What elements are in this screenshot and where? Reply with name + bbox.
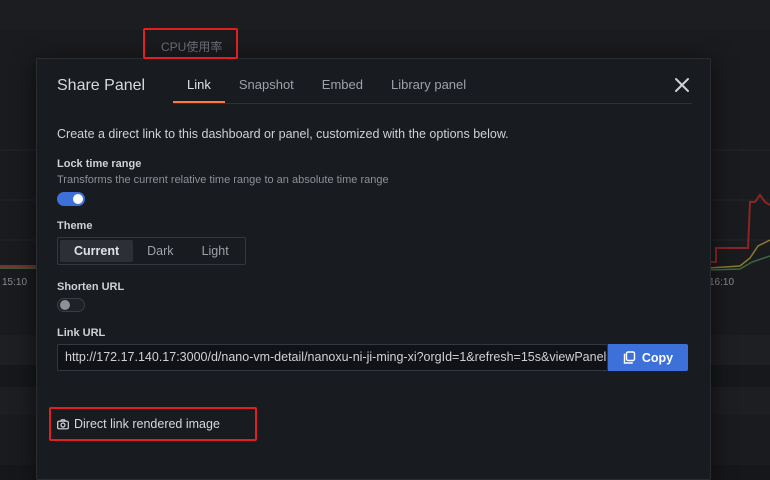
theme-radio-group: Current Dark Light	[57, 237, 246, 265]
close-icon	[675, 78, 689, 92]
tab-snapshot[interactable]: Snapshot	[225, 59, 308, 103]
toggle-knob	[73, 194, 83, 204]
copy-label: Copy	[641, 350, 674, 365]
lock-time-range-label: Lock time range	[57, 158, 142, 170]
bg-time-label: 15:10	[2, 277, 28, 288]
tab-link[interactable]: Link	[173, 59, 225, 103]
tab-library-panel[interactable]: Library panel	[377, 59, 480, 103]
header-divider	[173, 103, 692, 104]
theme-option-current[interactable]: Current	[60, 240, 134, 262]
tab-bar: Link Snapshot Embed Library panel	[173, 59, 480, 103]
modal-title: Share Panel	[57, 77, 146, 94]
bg-panel-title[interactable]: CPU使用率	[161, 38, 222, 55]
share-panel-modal: Share Panel Link Snapshot Embed Library …	[36, 58, 711, 480]
close-button[interactable]	[672, 75, 692, 95]
theme-option-light[interactable]: Light	[188, 240, 243, 262]
lock-time-range-toggle[interactable]	[57, 192, 85, 206]
direct-link-label: Direct link rendered image	[74, 417, 220, 431]
shorten-url-toggle[interactable]	[57, 298, 85, 312]
link-url-input[interactable]: http://172.17.140.17:3000/d/nano-vm-deta…	[57, 344, 608, 371]
theme-label: Theme	[57, 220, 93, 232]
direct-link-rendered-image[interactable]: Direct link rendered image	[57, 417, 220, 431]
share-description: Create a direct link to this dashboard o…	[57, 127, 509, 141]
shorten-url-label: Shorten URL	[57, 281, 125, 293]
tab-embed[interactable]: Embed	[308, 59, 377, 103]
link-url-label: Link URL	[57, 327, 106, 339]
modal-header: Share Panel Link Snapshot Embed Library …	[37, 59, 710, 104]
theme-option-dark[interactable]: Dark	[133, 240, 187, 262]
camera-icon	[57, 418, 69, 429]
bg-time-label: 16:10	[709, 277, 735, 288]
toggle-knob	[60, 300, 70, 310]
copy-icon	[623, 351, 636, 364]
copy-button[interactable]: Copy	[608, 344, 688, 371]
lock-time-range-description: Transforms the current relative time ran…	[57, 174, 389, 186]
